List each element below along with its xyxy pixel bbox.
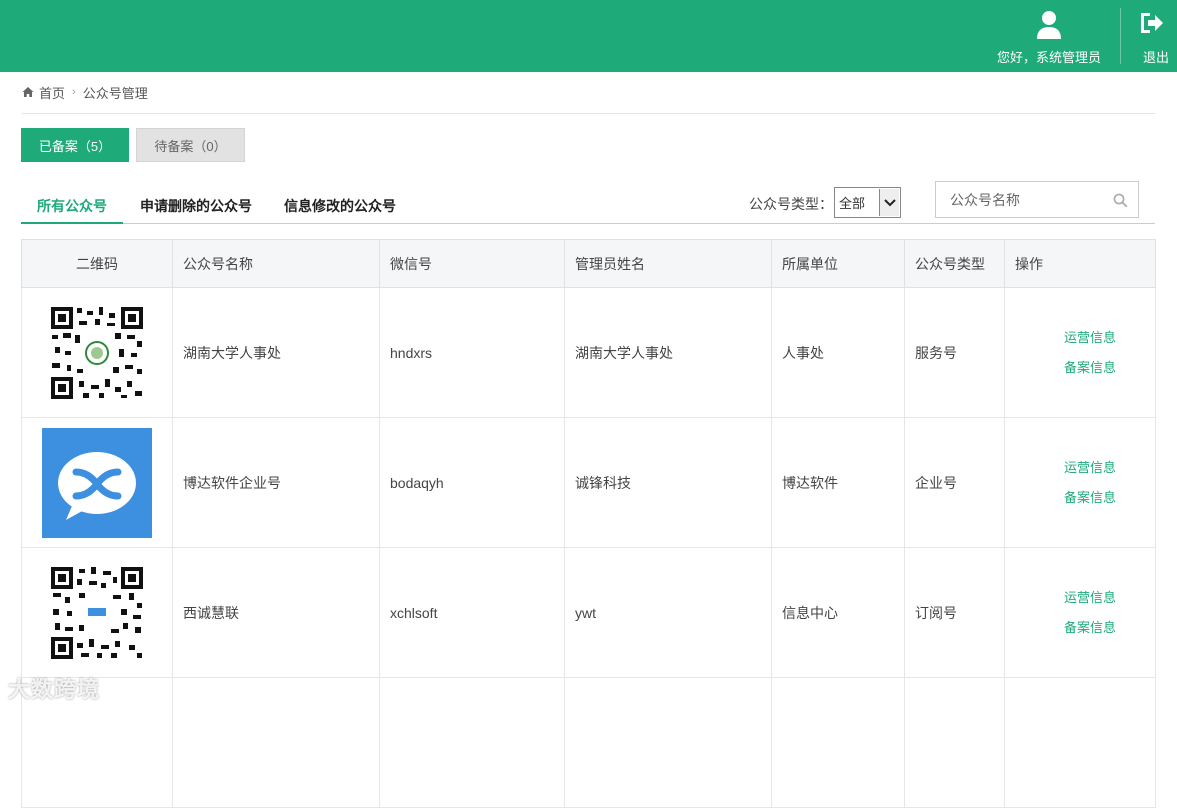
table-row: 博达软件企业号 bodaqyh 诚锋科技 博达软件 企业号 运营信息 备案信息 bbox=[21, 417, 1156, 548]
column-header: 微信号 bbox=[379, 239, 565, 288]
search-input[interactable] bbox=[950, 190, 1110, 210]
subtab-delete-requests[interactable]: 申请删除的公众号 bbox=[140, 196, 252, 216]
account-name: 湖南大学人事处 bbox=[172, 287, 380, 418]
column-header: 公众号名称 bbox=[172, 239, 380, 288]
qr-code-image bbox=[49, 564, 145, 661]
wechat-id: xchlsoft bbox=[379, 547, 565, 678]
table-row: 西诚慧联 xchlsoft ywt 信息中心 订阅号 运营信息 备案信息 bbox=[21, 547, 1156, 678]
ops-cell: 运营信息 备案信息 bbox=[1004, 417, 1156, 548]
user-icon bbox=[1037, 11, 1061, 39]
type-filter-value: 全部 bbox=[839, 196, 866, 211]
top-bar: 您好，系统管理员 退出 bbox=[0, 0, 1177, 72]
account-name: 西诚慧联 bbox=[172, 547, 380, 678]
column-header: 操作 bbox=[1004, 239, 1156, 288]
filing-info-link[interactable]: 备案信息 bbox=[1005, 358, 1155, 378]
search-icon[interactable] bbox=[1113, 193, 1128, 208]
subtab-modify-requests[interactable]: 信息修改的公众号 bbox=[284, 196, 396, 216]
filing-info-link[interactable]: 备案信息 bbox=[1005, 618, 1155, 638]
breadcrumb-home[interactable]: 首页 bbox=[39, 83, 65, 102]
type-filter-select[interactable]: 全部 bbox=[834, 187, 901, 218]
ops-cell: 运营信息 备案信息 bbox=[1004, 287, 1156, 418]
admin-name: ywt bbox=[564, 547, 772, 678]
ops-cell: 运营信息 备案信息 bbox=[1004, 547, 1156, 678]
chevron-right-icon: › bbox=[72, 86, 76, 98]
account-type: 服务号 bbox=[904, 287, 1005, 418]
operation-info-link[interactable]: 运营信息 bbox=[1005, 588, 1155, 608]
breadcrumb-current: 公众号管理 bbox=[82, 85, 148, 101]
column-header: 公众号类型 bbox=[904, 239, 1005, 288]
account-name: 博达软件企业号 bbox=[172, 417, 380, 548]
watermark: 大数跨境 bbox=[8, 677, 101, 702]
qr-cell bbox=[21, 547, 173, 678]
filing-info-link[interactable]: 备案信息 bbox=[1005, 488, 1155, 508]
user-greeting: 您好，系统管理员 bbox=[996, 50, 1101, 65]
breadcrumb: 首页 › 公众号管理 bbox=[22, 83, 148, 101]
subtab-active-indicator bbox=[21, 222, 123, 224]
column-header: 管理员姓名 bbox=[564, 239, 772, 288]
operation-info-link[interactable]: 运营信息 bbox=[1005, 458, 1155, 478]
column-header: 二维码 bbox=[21, 239, 173, 288]
user-menu[interactable]: 您好，系统管理员 bbox=[978, 0, 1120, 72]
table-row: 湖南大学人事处 hndxrs 湖南大学人事处 人事处 服务号 运营信息 备案信息 bbox=[21, 287, 1156, 418]
wechat-id: hndxrs bbox=[379, 287, 565, 418]
home-icon bbox=[22, 87, 34, 97]
account-type: 企业号 bbox=[904, 417, 1005, 548]
tab-pending[interactable]: 待备案（0） bbox=[136, 128, 245, 162]
admin-name: 湖南大学人事处 bbox=[564, 287, 772, 418]
qr-cell bbox=[21, 417, 173, 548]
operation-info-link[interactable]: 运营信息 bbox=[1005, 328, 1155, 348]
tab-filed[interactable]: 已备案（5） bbox=[21, 128, 129, 162]
logout-label: 退出 bbox=[1142, 50, 1169, 65]
table-row bbox=[21, 677, 1156, 808]
type-filter-label: 公众号类型： bbox=[749, 196, 833, 212]
search-box bbox=[935, 181, 1139, 218]
chevron-down-icon bbox=[879, 189, 899, 216]
subtab-all[interactable]: 所有公众号 bbox=[37, 196, 107, 216]
column-header: 所属单位 bbox=[771, 239, 905, 288]
account-type: 订阅号 bbox=[904, 547, 1005, 678]
unit-name: 信息中心 bbox=[771, 547, 905, 678]
accounts-table: 二维码 公众号名称 微信号 管理员姓名 所属单位 公众号类型 操作 湖南大学人事… bbox=[21, 239, 1156, 808]
breadcrumb-divider bbox=[22, 113, 1155, 114]
logout-button[interactable]: 退出 bbox=[1121, 0, 1177, 72]
qr-cell bbox=[21, 287, 173, 418]
qr-code-image bbox=[49, 304, 145, 401]
app-logo-image bbox=[42, 427, 152, 538]
unit-name: 博达软件 bbox=[771, 417, 905, 548]
logout-icon bbox=[1141, 13, 1163, 33]
subtab-divider bbox=[21, 223, 1155, 224]
wechat-id: bodaqyh bbox=[379, 417, 565, 548]
admin-name: 诚锋科技 bbox=[564, 417, 772, 548]
table-header-row: 二维码 公众号名称 微信号 管理员姓名 所属单位 公众号类型 操作 bbox=[21, 239, 1156, 288]
unit-name: 人事处 bbox=[771, 287, 905, 418]
